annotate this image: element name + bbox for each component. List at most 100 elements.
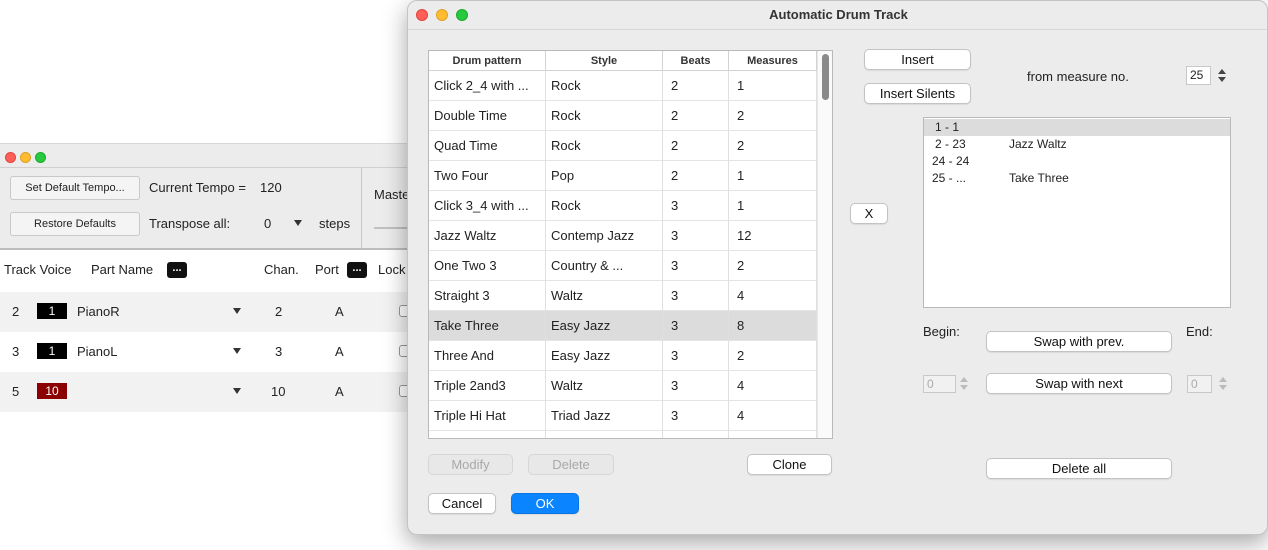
background-window: Set Default Tempo... Restore Defaults Cu…	[0, 143, 411, 414]
table-row[interactable]: Jazz Waltz Contemp Jazz 3 12	[429, 221, 817, 251]
voice-box[interactable]: 1	[37, 303, 67, 319]
style-cell: Waltz	[546, 281, 663, 311]
swap-with-next-button[interactable]: Swap with next	[986, 373, 1172, 394]
table-row[interactable]: 3 1 PianoL 3 A	[0, 332, 411, 372]
range-label: 2 - 23	[935, 137, 966, 151]
beats-cell: 3	[663, 191, 729, 221]
transpose-dropdown-icon[interactable]	[294, 220, 302, 226]
pattern-cell: Take Three	[429, 311, 546, 341]
table-row[interactable]: 2 1 PianoR 2 A	[0, 292, 411, 332]
swap-with-prev-button[interactable]: Swap with prev.	[986, 331, 1172, 352]
part-name[interactable]: PianoL	[77, 344, 117, 359]
begin-field[interactable]: 0	[923, 375, 956, 393]
table-row[interactable]: Click 3_4 with ... Rock 3 1	[429, 191, 817, 221]
port-value[interactable]: A	[335, 344, 344, 359]
column-style[interactable]: Style	[546, 51, 663, 71]
cancel-button[interactable]: Cancel	[428, 493, 496, 514]
column-track-voice: Track Voice	[4, 262, 72, 277]
beats-cell: 3	[663, 251, 729, 281]
pattern-cell: Double Time	[429, 101, 546, 131]
zoom-window-icon[interactable]	[35, 152, 46, 163]
table-row[interactable]: Quad Time Rock 2 2	[429, 131, 817, 161]
port-options-button[interactable]: ...	[347, 262, 367, 278]
style-cell: Triad Jazz	[546, 401, 663, 431]
pattern-cell: Straight 3	[429, 281, 546, 311]
set-default-tempo-button[interactable]: Set Default Tempo...	[10, 176, 140, 200]
list-item[interactable]: 24 - 24	[924, 153, 1230, 170]
port-value[interactable]: A	[335, 304, 344, 319]
table-row[interactable]: Two Four Pop 2 1	[429, 161, 817, 191]
list-item[interactable]: 25 - ... Take Three	[924, 170, 1230, 187]
from-measure-stepper[interactable]	[1217, 67, 1227, 85]
part-name[interactable]: PianoR	[77, 304, 120, 319]
insert-button[interactable]: Insert	[864, 49, 971, 70]
beats-cell: 3	[663, 311, 729, 341]
table-row[interactable]: Click 2_4 with ... Rock 2 1	[429, 71, 817, 101]
transpose-label: Transpose all:	[149, 216, 231, 231]
part-dropdown-icon[interactable]	[233, 348, 241, 354]
begin-stepper[interactable]	[959, 375, 969, 393]
table-row[interactable]: 5 10 10 A	[0, 372, 411, 412]
column-drum-pattern[interactable]: Drum pattern	[429, 51, 546, 71]
current-tempo-value: 120	[260, 180, 282, 195]
minimize-window-icon[interactable]	[20, 152, 31, 163]
table-row[interactable]: One Two 3 Country & ... 3 2	[429, 251, 817, 281]
channel-value[interactable]: 3	[275, 344, 282, 359]
part-dropdown-icon[interactable]	[233, 388, 241, 394]
list-item[interactable]: 2 - 23 Jazz Waltz	[924, 136, 1230, 153]
pattern-cell: Triple Hi Hat	[429, 401, 546, 431]
clone-button[interactable]: Clone	[747, 454, 832, 475]
table-row[interactable]: Take Three Easy Jazz 3 8	[429, 311, 817, 341]
ok-button[interactable]: OK	[511, 493, 579, 514]
pattern-cell: Click 2_4 with ...	[429, 71, 546, 101]
remove-x-button[interactable]: X	[850, 203, 888, 224]
from-measure-field[interactable]: 25	[1186, 66, 1211, 85]
part-name-options-button[interactable]: ...	[167, 262, 187, 278]
measures-cell: 2	[729, 251, 817, 281]
empty-cell	[546, 431, 663, 438]
beats-cell: 3	[663, 221, 729, 251]
delete-all-button[interactable]: Delete all	[986, 458, 1172, 479]
beats-cell: 3	[663, 371, 729, 401]
sequence-list[interactable]: 1 - 1 2 - 23 Jazz Waltz 24 - 24 25 - ...…	[923, 117, 1231, 308]
list-item[interactable]: 1 - 1	[924, 119, 1230, 136]
restore-defaults-button[interactable]: Restore Defaults	[10, 212, 140, 236]
measures-cell: 12	[729, 221, 817, 251]
transpose-select[interactable]: 0	[264, 216, 271, 231]
port-value[interactable]: A	[335, 384, 344, 399]
voice-box[interactable]: 1	[37, 343, 67, 359]
part-dropdown-icon[interactable]	[233, 308, 241, 314]
pattern-label: Jazz Waltz	[1009, 137, 1067, 151]
table-row[interactable]: Three And Easy Jazz 3 2	[429, 341, 817, 371]
style-cell: Rock	[546, 71, 663, 101]
beats-cell: 2	[663, 131, 729, 161]
close-window-icon[interactable]	[5, 152, 16, 163]
current-tempo-label: Current Tempo =	[149, 180, 246, 195]
beats-cell: 2	[663, 101, 729, 131]
table-row[interactable]	[429, 431, 817, 438]
style-cell: Rock	[546, 131, 663, 161]
voice-box[interactable]: 10	[37, 383, 67, 399]
automatic-drum-track-dialog: Automatic Drum Track Drum pattern Style …	[407, 0, 1268, 535]
delete-button[interactable]: Delete	[528, 454, 614, 475]
channel-value[interactable]: 2	[275, 304, 282, 319]
table-row[interactable]: Straight 3 Waltz 3 4	[429, 281, 817, 311]
measures-cell: 4	[729, 401, 817, 431]
titlebar-divider	[0, 167, 410, 168]
column-beats[interactable]: Beats	[663, 51, 729, 71]
table-row[interactable]: Double Time Rock 2 2	[429, 101, 817, 131]
table-row[interactable]: Triple 2and3 Waltz 3 4	[429, 371, 817, 401]
track-number: 2	[12, 304, 20, 319]
channel-value[interactable]: 10	[271, 384, 285, 399]
master-slider-track[interactable]	[374, 227, 410, 229]
measures-cell: 1	[729, 71, 817, 101]
end-field[interactable]: 0	[1187, 375, 1212, 393]
modify-button[interactable]: Modify	[428, 454, 513, 475]
column-measures[interactable]: Measures	[729, 51, 817, 71]
scrollbar-thumb[interactable]	[822, 54, 829, 100]
end-stepper[interactable]	[1218, 375, 1228, 393]
measures-cell: 1	[729, 161, 817, 191]
table-scrollbar[interactable]	[817, 51, 832, 438]
table-row[interactable]: Triple Hi Hat Triad Jazz 3 4	[429, 401, 817, 431]
insert-silents-button[interactable]: Insert Silents	[864, 83, 971, 104]
